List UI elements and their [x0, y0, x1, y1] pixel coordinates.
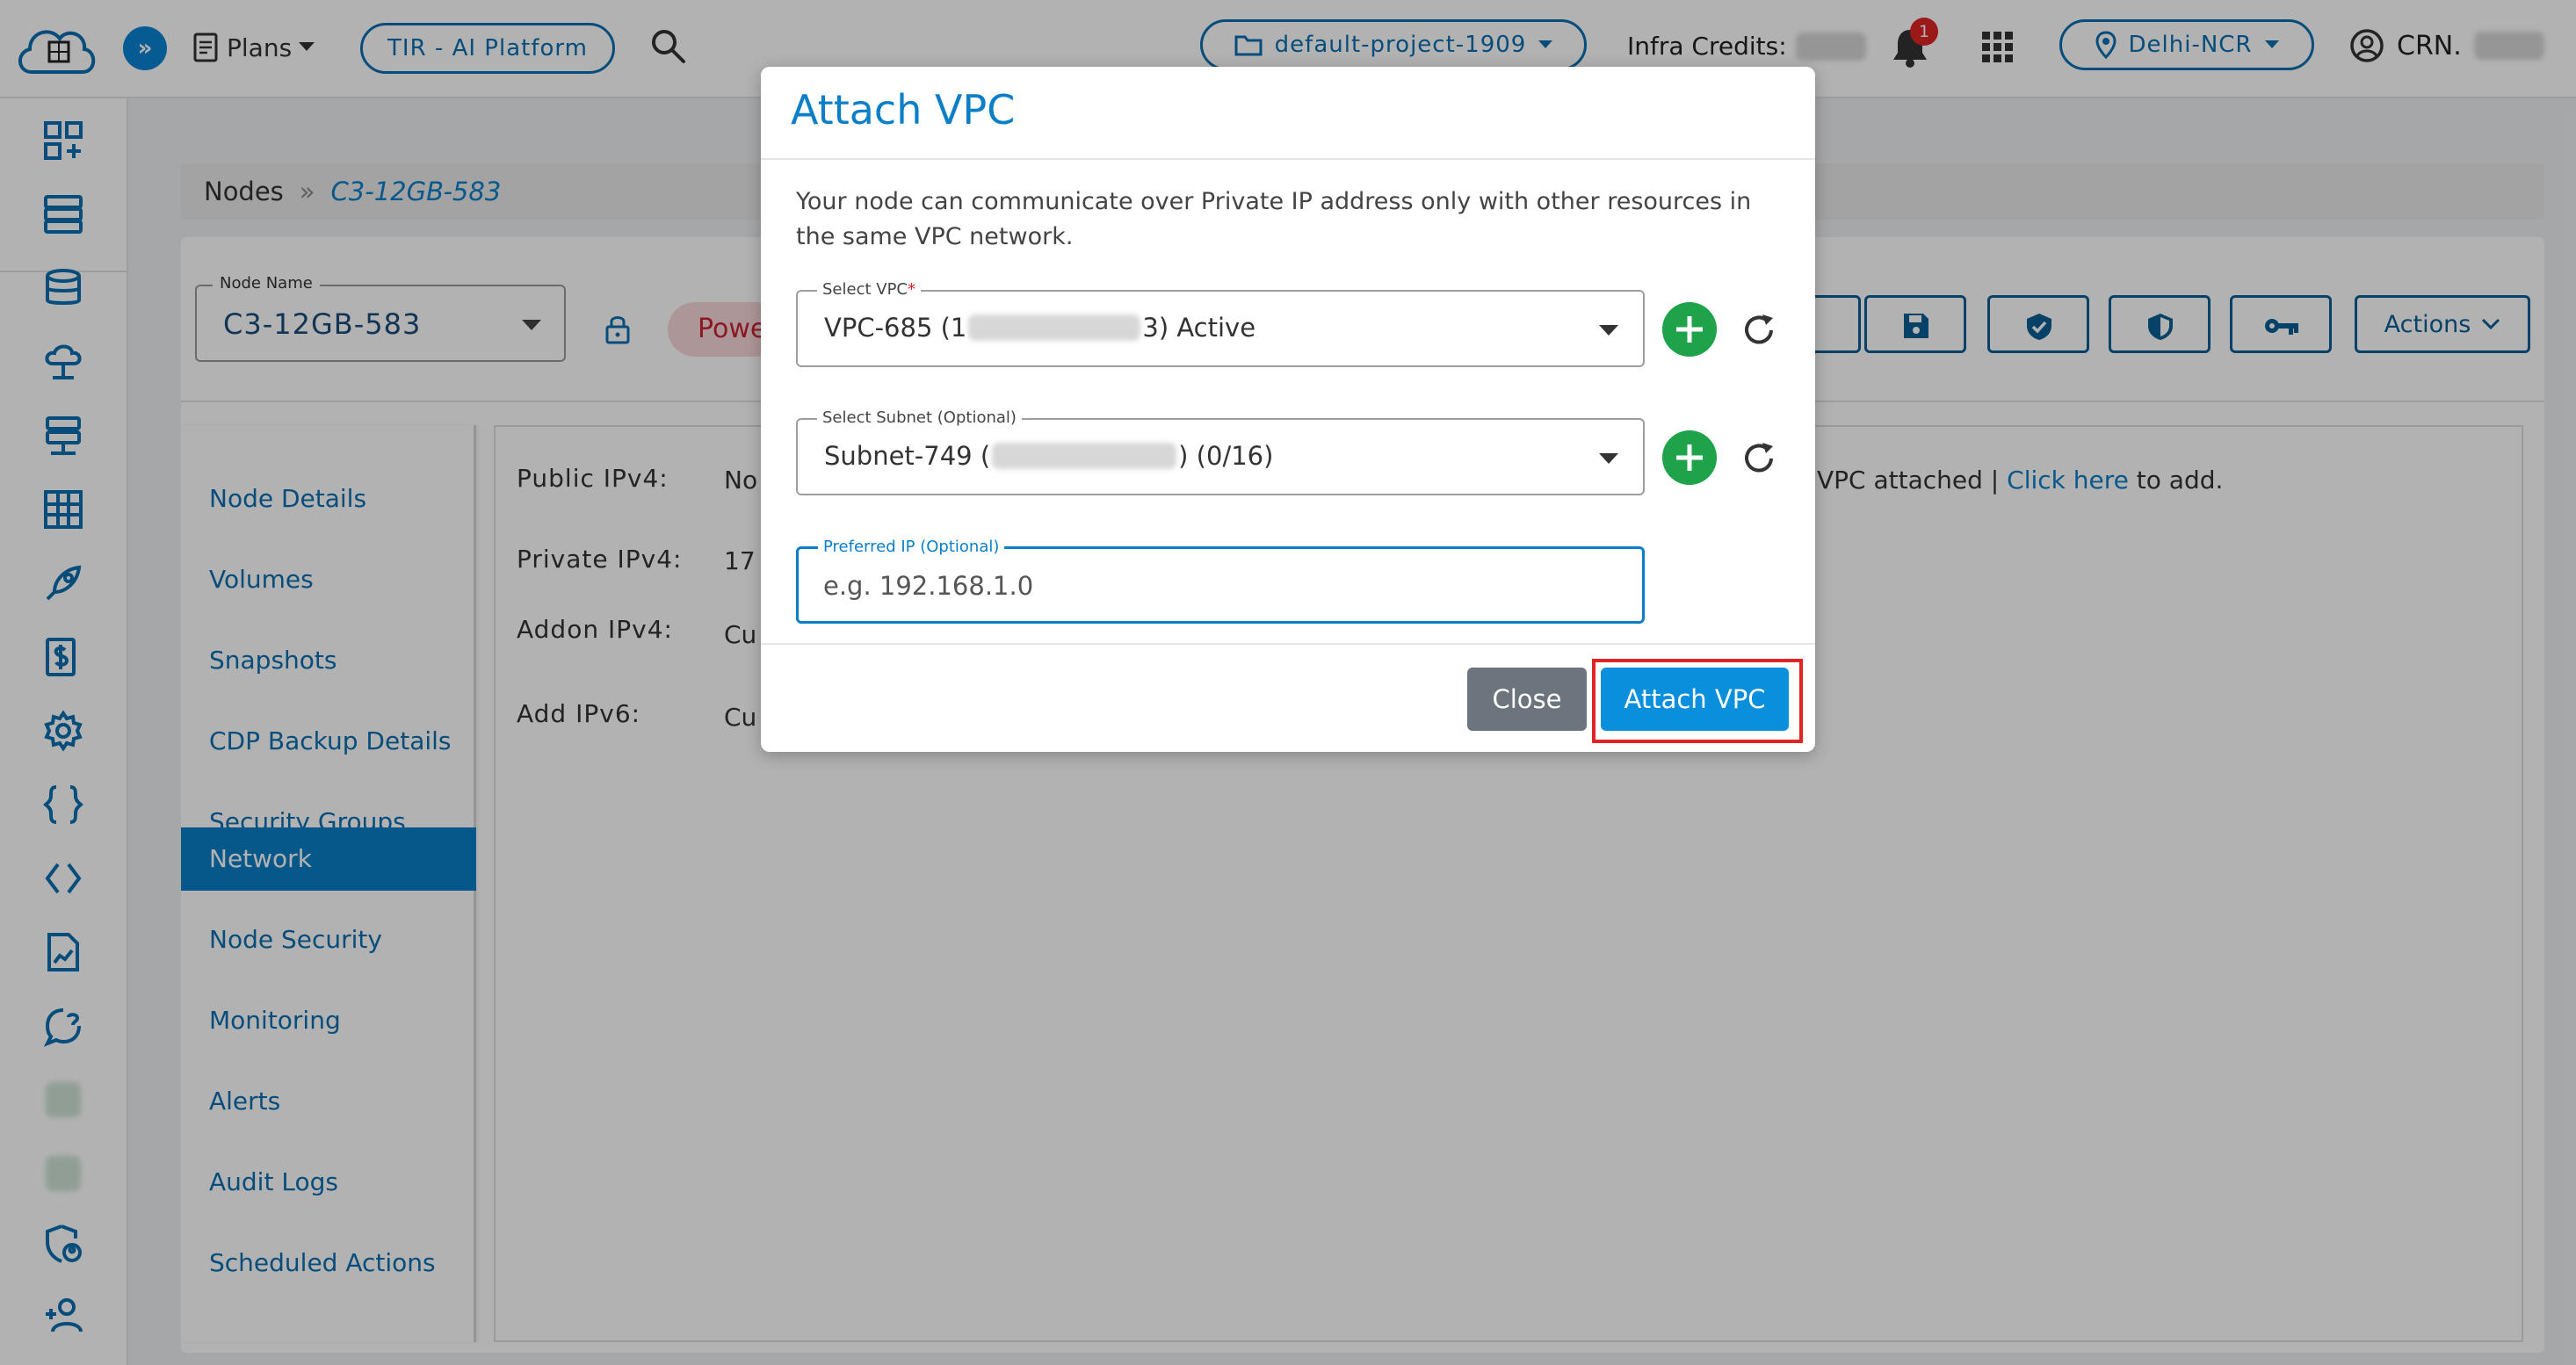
- select-subnet-label: Select Subnet (Optional): [817, 408, 1022, 427]
- modal-description: Your node can communicate over Private I…: [796, 188, 1752, 250]
- select-subnet-dropdown[interactable]: Select Subnet (Optional) Subnet-749 ( ) …: [796, 408, 1645, 495]
- refresh-subnet-icon[interactable]: [1740, 439, 1778, 478]
- vpc-value-prefix: VPC-685 (1: [824, 313, 967, 343]
- vpc-value-suffix: 3) Active: [1142, 313, 1256, 343]
- select-vpc-value: VPC-685 (1 3) Active: [824, 313, 1255, 343]
- modal-footer-divider: [761, 643, 1815, 645]
- select-vpc-label: Select VPC*: [817, 280, 921, 299]
- select-subnet-value: Subnet-749 ( ) (0/16): [824, 441, 1273, 471]
- add-subnet-button[interactable]: [1662, 430, 1717, 485]
- preferred-ip-field[interactable]: Preferred IP (Optional): [796, 538, 1645, 624]
- attach-vpc-modal: Attach VPC Your node can communicate ove…: [761, 67, 1815, 752]
- attach-vpc-button[interactable]: Attach VPC: [1601, 668, 1789, 731]
- refresh-vpc-icon[interactable]: [1740, 311, 1778, 350]
- close-button[interactable]: Close: [1467, 668, 1587, 731]
- required-asterisk: *: [908, 280, 915, 299]
- vpc-id-redacted: [968, 314, 1141, 341]
- preferred-ip-input[interactable]: [823, 567, 1614, 605]
- add-vpc-button[interactable]: [1662, 302, 1717, 357]
- modal-header: Attach VPC: [761, 67, 1815, 160]
- subnet-value-suffix: ) (0/16): [1178, 441, 1274, 471]
- subnet-cidr-redacted: [992, 443, 1177, 469]
- modal-title: Attach VPC: [791, 86, 1016, 134]
- caret-down-icon: [1599, 325, 1618, 336]
- subnet-value-prefix: Subnet-749 (: [824, 441, 991, 471]
- preferred-ip-label: Preferred IP (Optional): [818, 538, 1005, 556]
- select-vpc-dropdown[interactable]: Select VPC* VPC-685 (1 3) Active: [796, 280, 1645, 367]
- select-vpc-label-text: Select VPC: [822, 280, 908, 299]
- caret-down-icon: [1599, 453, 1618, 464]
